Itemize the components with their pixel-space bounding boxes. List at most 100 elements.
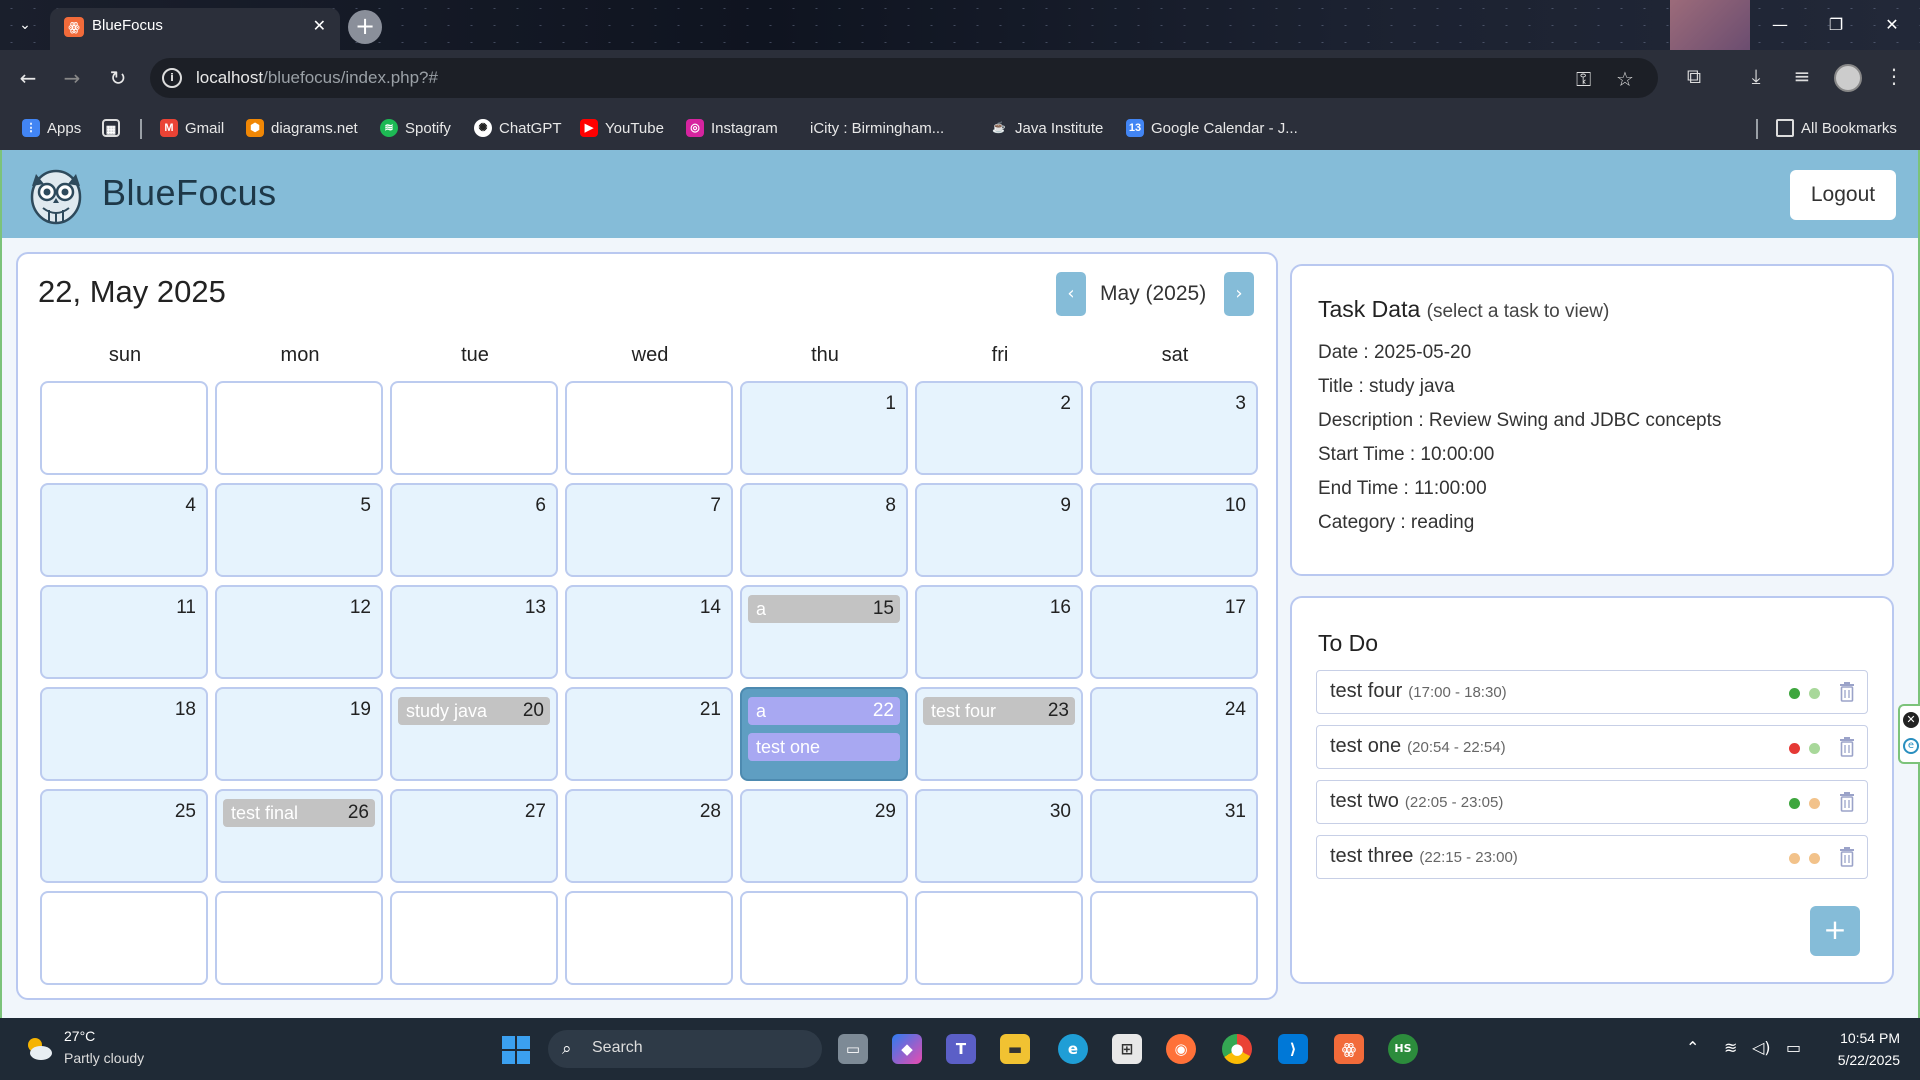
tray-overflow-icon[interactable]: ⌃ (1686, 1038, 1699, 1057)
forward-icon[interactable]: → (58, 64, 86, 92)
calendar-day-cell[interactable]: 10 (1090, 483, 1258, 577)
bookmark-chatgpt[interactable]: ✺ ChatGPT (474, 117, 562, 139)
status-dot-icon[interactable] (1789, 798, 1800, 809)
todo-item[interactable]: test one (20:54 - 22:54) (1316, 725, 1868, 769)
calendar-event[interactable]: a 22 (748, 697, 900, 725)
calendar-day-cell[interactable]: 30 (915, 789, 1083, 883)
bookmark-apps[interactable]: ⋮ Apps (22, 117, 81, 139)
extensions-icon[interactable]: ⧉ (1680, 64, 1708, 88)
priority-dot-icon[interactable] (1809, 853, 1820, 864)
windows-start-icon[interactable] (502, 1036, 530, 1064)
all-bookmarks[interactable]: All Bookmarks (1776, 117, 1897, 139)
taskbar-search[interactable]: ⌕ Search (548, 1030, 822, 1068)
calendar-day-cell[interactable]: study java 20 (390, 687, 558, 781)
tab-search-icon[interactable]: ⌄ (12, 12, 38, 38)
tab-groups-icon[interactable]: ▦ (102, 117, 127, 139)
url-text[interactable]: localhost/bluefocus/index.php?# (196, 68, 438, 88)
logout-button[interactable]: Logout (1790, 170, 1896, 220)
volume-icon[interactable]: ◁) (1752, 1038, 1771, 1057)
calendar-event[interactable]: test four 23 (923, 697, 1075, 725)
calendar-day-cell[interactable]: 8 (740, 483, 908, 577)
calendar-day-cell[interactable]: 25 (40, 789, 208, 883)
calendar-event[interactable]: test final 26 (223, 799, 375, 827)
calendar-day-cell[interactable]: 18 (40, 687, 208, 781)
calendar-day-cell[interactable]: 21 (565, 687, 733, 781)
calendar-event[interactable]: a 15 (748, 595, 900, 623)
browser-tab[interactable]: ꙮ BlueFocus ✕ (50, 8, 340, 50)
calendar-day-cell[interactable]: 7 (565, 483, 733, 577)
calendar-event[interactable]: study java 20 (398, 697, 550, 725)
password-key-icon[interactable]: ⚿ (1576, 67, 1591, 91)
restore-icon[interactable]: ❐ (1808, 0, 1864, 50)
calendar-day-cell[interactable]: 28 (565, 789, 733, 883)
downloads-icon[interactable]: ⤓ (1742, 64, 1770, 88)
bookmark-google-calendar[interactable]: 13 Google Calendar - J... (1126, 117, 1298, 139)
calendar-day-cell[interactable]: 5 (215, 483, 383, 577)
trash-icon[interactable] (1839, 847, 1855, 867)
calendar-day-cell[interactable]: 11 (40, 585, 208, 679)
minimize-icon[interactable]: — (1752, 0, 1808, 50)
trash-icon[interactable] (1839, 792, 1855, 812)
calendar-day-cell[interactable]: 14 (565, 585, 733, 679)
calendar-day-cell[interactable]: 19 (215, 687, 383, 781)
back-icon[interactable]: ← (14, 64, 42, 92)
vscode-icon[interactable]: ⟩ (1278, 1034, 1308, 1064)
status-dot-icon[interactable] (1789, 688, 1800, 699)
hs-app-icon[interactable]: HS (1388, 1034, 1418, 1064)
profile-avatar[interactable] (1834, 64, 1862, 92)
calendar-day-cell[interactable]: 9 (915, 483, 1083, 577)
calendar-day-cell[interactable]: 4 (40, 483, 208, 577)
firefox-icon[interactable]: ◉ (1166, 1034, 1196, 1064)
xampp-icon[interactable]: ꙮ (1334, 1034, 1364, 1064)
tab-close-icon[interactable]: ✕ (313, 16, 326, 35)
calendar-day-cell[interactable]: 27 (390, 789, 558, 883)
next-month-button[interactable]: › (1224, 272, 1254, 316)
store-icon[interactable]: ⊞ (1112, 1034, 1142, 1064)
calendar-day-cell[interactable]: test final 26 (215, 789, 383, 883)
todo-item[interactable]: test two (22:05 - 23:05) (1316, 780, 1868, 824)
priority-dot-icon[interactable] (1809, 743, 1820, 754)
partly-cloudy-icon[interactable] (22, 1032, 54, 1064)
site-info-icon[interactable]: i (162, 68, 182, 88)
clock-date[interactable]: 5/22/2025 (1826, 1052, 1900, 1068)
media-control-icon[interactable]: ≡ (1788, 64, 1816, 88)
bookmark-java-institute[interactable]: ☕ Java Institute (990, 117, 1103, 139)
todo-item[interactable]: test three (22:15 - 23:00) (1316, 835, 1868, 879)
add-task-button[interactable]: + (1810, 906, 1860, 956)
calendar-day-cell[interactable]: 1 (740, 381, 908, 475)
trash-icon[interactable] (1839, 737, 1855, 757)
calendar-day-cell[interactable]: 3 (1090, 381, 1258, 475)
teams-icon[interactable]: T (946, 1034, 976, 1064)
bookmark-diagrams[interactable]: ⬢ diagrams.net (246, 117, 358, 139)
calendar-day-cell[interactable]: 16 (915, 585, 1083, 679)
browser-menu-icon[interactable]: ⋮ (1880, 64, 1908, 88)
weather-description[interactable]: Partly cloudy (64, 1050, 144, 1066)
calendar-day-cell[interactable]: a 22 test one (740, 687, 908, 781)
wifi-icon[interactable]: ≋ (1724, 1038, 1737, 1057)
close-window-icon[interactable]: ✕ (1864, 0, 1920, 50)
bookmark-gmail[interactable]: M Gmail (160, 117, 224, 139)
calendar-day-cell[interactable]: a 15 (740, 585, 908, 679)
weather-temperature[interactable]: 27°C (64, 1028, 95, 1044)
calendar-day-cell[interactable]: 2 (915, 381, 1083, 475)
address-bar[interactable]: i localhost/bluefocus/index.php?# ⚿ ☆ (150, 58, 1658, 98)
new-tab-button[interactable]: + (348, 10, 382, 44)
bookmark-instagram[interactable]: ◎ Instagram (686, 117, 778, 139)
bookmark-icity[interactable]: iCity : Birmingham... (810, 117, 944, 139)
copilot-icon[interactable]: ◆ (892, 1034, 922, 1064)
file-explorer-icon[interactable]: ▬ (1000, 1034, 1030, 1064)
side-extension-tab[interactable]: ✕ e (1898, 704, 1920, 764)
priority-dot-icon[interactable] (1809, 798, 1820, 809)
battery-icon[interactable]: ▭ (1786, 1038, 1801, 1057)
reload-icon[interactable]: ↻ (104, 64, 132, 92)
status-dot-icon[interactable] (1789, 743, 1800, 754)
calendar-day-cell[interactable]: 24 (1090, 687, 1258, 781)
close-circle-icon[interactable]: ✕ (1903, 712, 1919, 728)
edge-icon[interactable]: e (1058, 1034, 1088, 1064)
chrome-icon[interactable]: ● (1222, 1034, 1252, 1064)
priority-dot-icon[interactable] (1809, 688, 1820, 699)
calendar-day-cell[interactable]: 29 (740, 789, 908, 883)
trash-icon[interactable] (1839, 682, 1855, 702)
calendar-day-cell[interactable]: 13 (390, 585, 558, 679)
calendar-event[interactable]: test one (748, 733, 900, 761)
